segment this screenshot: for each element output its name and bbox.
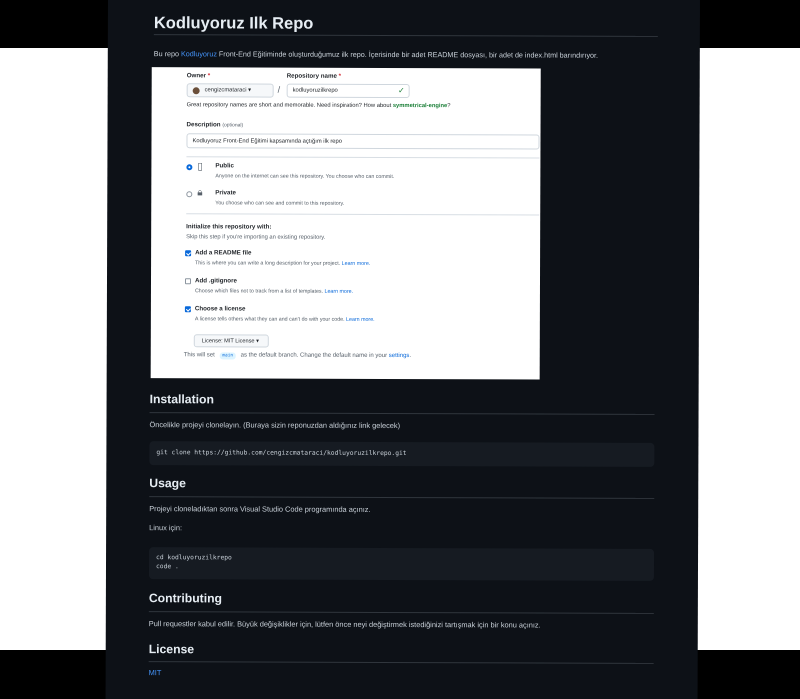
lock-icon: 🔒︎	[197, 187, 203, 199]
readme-intro: Bu repo Kodluyoruz Front-End Eğitiminde …	[153, 49, 599, 60]
avatar	[192, 87, 200, 95]
divider	[186, 156, 540, 159]
public-label: Public	[215, 162, 234, 170]
learn-more-link[interactable]: Learn more.	[324, 289, 353, 295]
repo-icon: ▯	[197, 161, 203, 173]
installation-text: Öncelikle projeyi clonelayın. (Buraya si…	[149, 420, 401, 431]
private-label: Private	[215, 189, 236, 197]
heading-divider	[149, 496, 655, 499]
divider	[186, 213, 540, 216]
readme-description: This is where you can write a long descr…	[195, 260, 371, 267]
readme-title: Kodluyoruz Ilk Repo	[153, 14, 314, 33]
license-description: A license tells others what they can and…	[194, 316, 375, 323]
repo-name-input[interactable]: kodluyoruzilkrepo ✓	[286, 83, 410, 99]
names-hint: Great repository names are short and mem…	[186, 102, 451, 110]
branch-badge: main	[219, 352, 236, 360]
heading-divider	[148, 661, 654, 664]
default-branch-note: This will set main as the default branch…	[183, 352, 412, 360]
title-divider	[153, 34, 658, 37]
description-input[interactable]: Kodluyoruz Front-End Eğitimi kapsamında …	[186, 133, 540, 150]
settings-link[interactable]: settings	[389, 353, 410, 359]
contributing-heading: Contributing	[148, 591, 223, 606]
check-icon: ✓	[397, 86, 405, 96]
mit-license-link[interactable]: MIT	[149, 668, 162, 677]
gitignore-checkbox-label: Add .gitignore	[194, 277, 237, 285]
private-description: You choose who can see and commit to thi…	[215, 200, 345, 207]
license-select[interactable]: License: MIT License ▾	[193, 334, 269, 348]
learn-more-link[interactable]: Learn more.	[342, 261, 371, 267]
license-heading: License	[148, 642, 195, 657]
usage-code-block[interactable]: cd kodluyoruzilkrepo code .	[148, 547, 655, 581]
repo-creation-screenshot: Owner * Repository name * cengizcmatarac…	[150, 67, 541, 380]
repo-name-label: Repository name *	[286, 72, 342, 80]
owner-label: Owner *	[186, 72, 211, 80]
init-title: Initialize this repository with:	[186, 223, 272, 231]
heading-divider	[149, 412, 655, 415]
gitignore-checkbox[interactable]	[184, 278, 192, 285]
slash-separator: /	[277, 84, 281, 95]
contributing-text: Pull requestler kabul edilir. Büyük deği…	[148, 619, 541, 630]
heading-divider	[148, 611, 654, 614]
init-description: Skip this step if you're importing an ex…	[186, 234, 326, 241]
usage-text: Projeyi cloneladıktan sonra Visual Studi…	[149, 504, 371, 514]
license-checkbox[interactable]	[184, 306, 191, 313]
kodluyoruz-link[interactable]: Kodluyoruz	[181, 49, 217, 58]
linux-label: Linux için:	[149, 523, 183, 533]
readme-panel: Kodluyoruz Ilk Repo Bu repo Kodluyoruz F…	[105, 0, 700, 699]
description-label: Description (optional)	[186, 121, 244, 129]
readme-checkbox[interactable]	[185, 250, 192, 257]
owner-select[interactable]: cengizcmataraci ▾	[186, 83, 274, 98]
name-suggestion[interactable]: symmetrical-engine	[393, 103, 447, 109]
installation-heading: Installation	[149, 392, 214, 407]
license-checkbox-label: Choose a license	[194, 305, 246, 313]
private-radio[interactable]	[186, 191, 193, 198]
installation-code-block[interactable]: git clone https://github.com/cengizcmata…	[149, 441, 655, 467]
public-radio[interactable]	[186, 164, 193, 171]
learn-more-link[interactable]: Learn more.	[346, 317, 375, 323]
readme-checkbox-label: Add a README file	[195, 249, 252, 257]
usage-heading: Usage	[149, 476, 186, 491]
public-description: Anyone on the internet can see this repo…	[215, 173, 395, 181]
gitignore-description: Choose which files not to track from a l…	[194, 288, 354, 295]
